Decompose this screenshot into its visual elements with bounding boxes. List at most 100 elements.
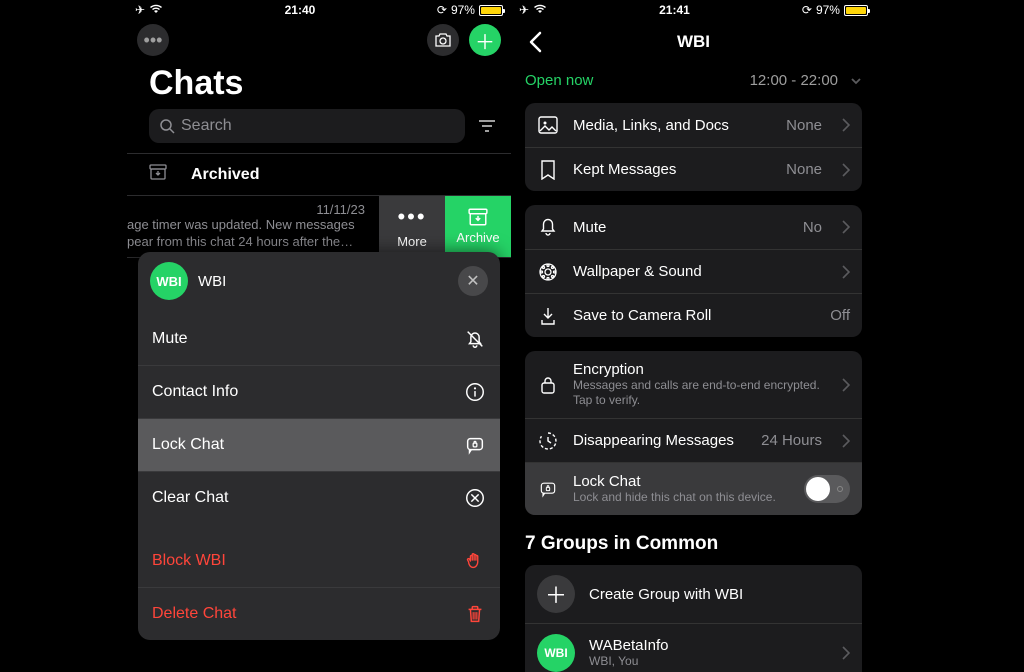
sheet-title: WBI bbox=[198, 273, 226, 290]
battery-icon bbox=[479, 5, 503, 16]
hours-value: 12:00 - 22:00 bbox=[750, 72, 838, 89]
trash-icon bbox=[464, 603, 486, 625]
chevron-right-icon bbox=[842, 118, 850, 132]
save-camera-roll-row[interactable]: Save to Camera Roll Off bbox=[525, 293, 862, 337]
sheet-label: Lock Chat bbox=[152, 436, 224, 454]
create-group-row[interactable]: ＋ Create Group with WBI bbox=[525, 565, 862, 623]
media-links-docs-row[interactable]: Media, Links, and Docs None bbox=[525, 103, 862, 147]
row-value: 24 Hours bbox=[761, 432, 822, 449]
disappearing-messages-row[interactable]: Disappearing Messages 24 Hours bbox=[525, 418, 862, 462]
chevron-right-icon bbox=[842, 163, 850, 177]
swipe-label: More bbox=[397, 234, 427, 249]
sheet-delete[interactable]: Delete Chat bbox=[138, 587, 500, 640]
mute-row[interactable]: Mute No bbox=[525, 205, 862, 249]
archived-row[interactable]: Archived bbox=[127, 153, 511, 196]
archive-icon bbox=[149, 164, 167, 185]
row-label: Disappearing Messages bbox=[573, 432, 747, 449]
chat-actions-sheet: WBI WBI ✕ Mute Contact Info Lock Chat bbox=[138, 252, 500, 640]
wifi-icon bbox=[533, 3, 547, 17]
sheet-label: Clear Chat bbox=[152, 489, 228, 507]
timer-icon bbox=[537, 431, 559, 451]
sheet-label: Contact Info bbox=[152, 383, 238, 401]
bookmark-icon bbox=[537, 160, 559, 180]
camera-button[interactable] bbox=[427, 24, 459, 56]
contact-avatar: WBI bbox=[150, 262, 188, 300]
bell-slash-icon bbox=[464, 328, 486, 350]
rotation-lock-icon: ⟳ bbox=[802, 3, 812, 17]
chevron-right-icon bbox=[842, 646, 850, 660]
swipe-archive-button[interactable]: Archive bbox=[445, 196, 511, 257]
row-value: None bbox=[786, 117, 822, 134]
chevron-right-icon bbox=[842, 265, 850, 279]
status-bar: ✈︎ 21:41 ⟳ 97% bbox=[511, 0, 876, 20]
bell-icon bbox=[537, 217, 559, 237]
row-value: None bbox=[786, 161, 822, 178]
chevron-right-icon bbox=[842, 220, 850, 234]
info-icon bbox=[464, 381, 486, 403]
rotation-lock-icon: ⟳ bbox=[437, 3, 447, 17]
group-members: WBI, You bbox=[589, 654, 822, 669]
group-avatar: WBI bbox=[537, 634, 575, 672]
wallpaper-sound-row[interactable]: Wallpaper & Sound bbox=[525, 249, 862, 293]
add-icon: ＋ bbox=[537, 575, 575, 613]
archived-label: Archived bbox=[191, 166, 259, 184]
chat-preview-line: age timer was updated. New messages bbox=[127, 217, 355, 232]
group-name: WABetaInfo bbox=[589, 637, 822, 654]
chat-lock-icon bbox=[537, 479, 559, 499]
more-menu-button[interactable]: ••• bbox=[137, 24, 169, 56]
row-value: No bbox=[803, 219, 822, 236]
row-label: Save to Camera Roll bbox=[573, 307, 816, 324]
new-chat-button[interactable]: ＋ bbox=[469, 24, 501, 56]
airplane-icon: ✈︎ bbox=[519, 3, 529, 17]
lock-chat-row[interactable]: Lock Chat Lock and hide this chat on thi… bbox=[525, 462, 862, 515]
row-label: Create Group with WBI bbox=[589, 586, 850, 603]
lock-chat-toggle[interactable] bbox=[804, 475, 850, 503]
row-label: Kept Messages bbox=[573, 161, 772, 178]
close-sheet-button[interactable]: ✕ bbox=[458, 266, 488, 296]
sheet-label: Block WBI bbox=[152, 552, 226, 570]
sheet-lock-chat[interactable]: Lock Chat bbox=[138, 418, 500, 471]
page-title: WBI bbox=[511, 32, 876, 52]
sheet-mute[interactable]: Mute bbox=[138, 312, 500, 365]
sheet-block[interactable]: Block WBI bbox=[138, 534, 500, 587]
wifi-icon bbox=[149, 3, 163, 17]
download-icon bbox=[537, 306, 559, 326]
chevron-right-icon bbox=[842, 378, 850, 392]
page-title: Chats bbox=[127, 64, 511, 109]
sheet-label: Delete Chat bbox=[152, 605, 237, 623]
encryption-row[interactable]: Encryption Messages and calls are end-to… bbox=[525, 351, 862, 418]
row-label: Lock Chat bbox=[573, 473, 790, 490]
lock-icon bbox=[537, 375, 559, 395]
status-time: 21:41 bbox=[659, 3, 690, 17]
battery-pct: 97% bbox=[816, 3, 840, 17]
battery-pct: 97% bbox=[451, 3, 475, 17]
groups-in-common-heading: 7 Groups in Common bbox=[511, 529, 876, 565]
row-sublabel: Messages and calls are end-to-end encryp… bbox=[573, 378, 822, 408]
sheet-clear-chat[interactable]: Clear Chat bbox=[138, 471, 500, 524]
circle-x-icon bbox=[464, 487, 486, 509]
business-hours-row[interactable]: Open now 12:00 - 22:00 bbox=[511, 64, 876, 103]
search-placeholder: Search bbox=[181, 117, 232, 135]
chevron-down-icon bbox=[850, 75, 862, 87]
hand-icon bbox=[464, 550, 486, 572]
archive-icon bbox=[468, 208, 488, 226]
filter-button[interactable] bbox=[475, 114, 499, 138]
swipe-more-button[interactable]: ••• More bbox=[379, 196, 445, 257]
open-now-label: Open now bbox=[525, 72, 593, 89]
wallpaper-icon bbox=[537, 262, 559, 282]
row-label: Media, Links, and Docs bbox=[573, 117, 772, 134]
sheet-contact-info[interactable]: Contact Info bbox=[138, 365, 500, 418]
row-label: Wallpaper & Sound bbox=[573, 263, 822, 280]
image-icon bbox=[537, 116, 559, 134]
kept-messages-row[interactable]: Kept Messages None bbox=[525, 147, 862, 191]
chat-row[interactable]: 11/11/23 age timer was updated. New mess… bbox=[127, 196, 511, 258]
sheet-label: Mute bbox=[152, 330, 188, 348]
row-sublabel: Lock and hide this chat on this device. bbox=[573, 490, 790, 505]
swipe-label: Archive bbox=[456, 230, 499, 245]
chat-date: 11/11/23 bbox=[127, 202, 371, 217]
row-value: Off bbox=[830, 307, 850, 324]
chat-preview-line: pear from this chat 24 hours after the… bbox=[127, 234, 353, 249]
chevron-right-icon bbox=[842, 434, 850, 448]
group-row-0[interactable]: WBI WABetaInfo WBI, You bbox=[525, 623, 862, 672]
search-input[interactable]: Search bbox=[149, 109, 465, 143]
